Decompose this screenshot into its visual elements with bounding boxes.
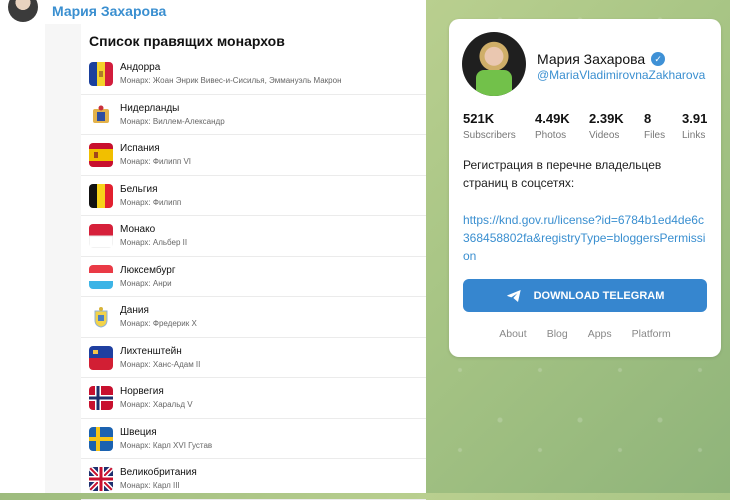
list-item: Норвегия Монарх: Харальд V xyxy=(81,378,426,419)
channel-stats: 521K Subscribers 4.49K Photos 2.39K Vide… xyxy=(463,111,721,147)
country-name: Монако xyxy=(120,224,156,235)
denmark-coat-of-arms-icon xyxy=(89,305,113,329)
country-name: Нидерланды xyxy=(120,102,180,114)
stat-photos[interactable]: 4.49K Photos xyxy=(535,111,570,141)
list-item: Дания Монарх: Фредерик X xyxy=(81,297,426,338)
list-item: Нидерланды Монарх: Виллем-Александр xyxy=(81,95,426,135)
liechtenstein-flag-icon xyxy=(89,345,113,370)
stat-value: 3.91 xyxy=(682,111,708,126)
monarch-name: Монарх: Филипп VI xyxy=(120,157,192,166)
netherlands-coat-of-arms-icon xyxy=(89,102,113,127)
country-name: Дания xyxy=(120,305,149,316)
list-item: Люксембург Монарх: Анри xyxy=(81,257,426,297)
document-title: Список правящих монархов xyxy=(89,33,285,49)
stat-value: 521K xyxy=(463,111,495,126)
country-name: Испания xyxy=(120,143,160,154)
stat-value: 2.39K xyxy=(589,111,624,126)
norway-flag-icon xyxy=(89,386,113,410)
list-item: Великобритания Монарх: Карл III xyxy=(81,459,426,500)
belgium-flag-icon xyxy=(89,183,113,208)
download-telegram-button[interactable]: DOWNLOAD TELEGRAM xyxy=(463,279,707,312)
list-item: Испания Монарх: Филипп VI xyxy=(81,135,426,176)
country-name: Лихтенштейн xyxy=(120,345,182,357)
post-author-name[interactable]: Мария Захарова xyxy=(52,3,166,19)
monarch-name: Монарх: Ханс-Адам II xyxy=(120,359,201,369)
monarch-name: Монарх: Анри xyxy=(120,278,172,288)
stat-files[interactable]: 8 Files xyxy=(644,111,665,141)
post-card: Мария Захарова Список правящих монархов … xyxy=(0,0,426,500)
spain-flag-icon xyxy=(89,143,113,167)
monarch-list: Андорра Монарх: Жоан Энрик Вивес-и-Сисил… xyxy=(81,54,426,500)
list-item: Бельгия Монарх: Филипп xyxy=(81,176,426,216)
country-name: Люксембург xyxy=(120,264,176,276)
stat-subscribers: 521K Subscribers xyxy=(463,111,516,141)
country-name: Андорра xyxy=(120,62,161,73)
monarch-name: Монарх: Альбер II xyxy=(120,238,188,247)
footer-link-platform[interactable]: Platform xyxy=(632,328,671,340)
channel-avatar[interactable] xyxy=(462,32,526,96)
stat-label: Files xyxy=(644,130,666,141)
channel-name-row: Мария Захарова ✓ xyxy=(537,51,666,67)
footer-link-apps[interactable]: Apps xyxy=(588,328,612,340)
monarch-name: Монарх: Фредерик X xyxy=(120,319,197,328)
andorra-flag-icon xyxy=(89,62,113,86)
channel-info-card: Мария Захарова ✓ @MariaVladimirovnaZakha… xyxy=(449,19,721,357)
luxembourg-flag-icon xyxy=(89,264,113,289)
stat-value: 4.49K xyxy=(535,111,570,126)
download-label: DOWNLOAD TELEGRAM xyxy=(533,289,665,302)
footer-links: About Blog Apps Platform xyxy=(449,328,721,340)
stat-label: Subscribers xyxy=(463,130,516,141)
stat-label: Videos xyxy=(589,130,620,141)
list-item: Лихтенштейн Монарх: Ханс-Адам II xyxy=(81,338,426,378)
monarch-name: Монарх: Филипп xyxy=(120,197,182,207)
country-name: Норвегия xyxy=(120,386,164,397)
country-name: Бельгия xyxy=(120,183,158,195)
stat-value: 8 xyxy=(644,111,652,126)
list-item: Андорра Монарх: Жоан Энрик Вивес-и-Сисил… xyxy=(81,54,426,95)
registration-link[interactable]: https://knd.gov.ru/license?id=6784b1ed4d… xyxy=(463,211,708,265)
stat-links[interactable]: 3.91 Links xyxy=(682,111,707,141)
footer-link-about[interactable]: About xyxy=(499,328,526,340)
footer-link-blog[interactable]: Blog xyxy=(547,328,568,340)
monarch-name: Монарх: Виллем-Александр xyxy=(120,116,225,126)
verified-icon: ✓ xyxy=(651,52,666,66)
channel-handle[interactable]: @MariaVladimirovnaZakharova xyxy=(537,68,705,82)
telegram-plane-icon xyxy=(506,289,521,302)
stat-videos[interactable]: 2.39K Videos xyxy=(589,111,624,141)
channel-name: Мария Захарова xyxy=(537,51,646,67)
stat-label: Photos xyxy=(535,130,567,141)
uk-flag-icon xyxy=(89,467,113,491)
country-name: Великобритания xyxy=(120,467,197,478)
monaco-flag-icon xyxy=(89,224,113,248)
channel-description: Регистрация в перечне владельцев страниц… xyxy=(463,158,662,190)
list-item: Швеция Монарх: Карл XVI Густав xyxy=(81,419,426,459)
country-name: Швеция xyxy=(120,426,157,438)
monarch-name: Монарх: Карл XVI Густав xyxy=(120,440,213,450)
monarch-name: Монарх: Харальд V xyxy=(120,400,193,409)
list-item: Монако Монарх: Альбер II xyxy=(81,216,426,257)
monarch-name: Монарх: Жоан Энрик Вивес-и-Сисилья, Эмма… xyxy=(120,76,342,85)
monarch-name: Монарх: Карл III xyxy=(120,481,180,490)
author-avatar[interactable] xyxy=(8,0,38,22)
sweden-flag-icon xyxy=(89,426,113,451)
stat-label: Links xyxy=(682,130,706,141)
document-edge xyxy=(45,24,81,493)
